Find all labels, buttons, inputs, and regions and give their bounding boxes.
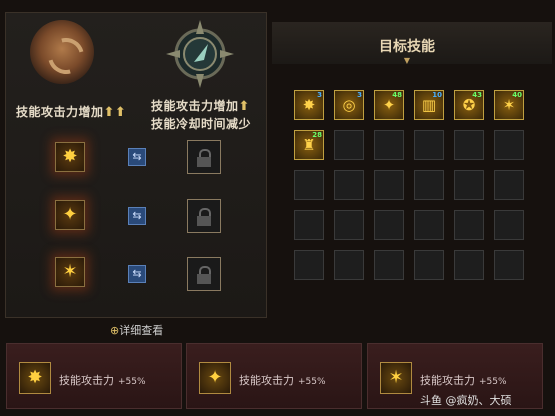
target-skill-slot[interactable]: ♜ 28: [294, 130, 324, 160]
effect-card-1-text: 技能攻击力 +55%: [59, 374, 146, 387]
emblem-b-label-line2: 技能冷却时间减少: [151, 117, 252, 131]
skill-level-badge: 10: [432, 91, 442, 99]
compass-emblem-icon: [166, 20, 234, 88]
swap-button-1[interactable]: ⇆: [128, 148, 146, 166]
skill-level-badge: 43: [472, 91, 482, 99]
empty-skill-slot[interactable]: [334, 210, 364, 240]
emblem-a-label: 技能攻击力增加⬆⬆: [16, 105, 127, 120]
target-skill-slot[interactable]: ✦ 48: [374, 90, 404, 120]
target-skill-slot[interactable]: ✸ 3: [294, 90, 324, 120]
empty-skill-slot[interactable]: [414, 210, 444, 240]
fist-burst-icon: ✸: [27, 367, 43, 388]
skill-level-badge: 28: [312, 131, 322, 139]
empty-skill-slot[interactable]: [334, 130, 364, 160]
empty-skill-slot[interactable]: [454, 170, 484, 200]
empty-skill-slot[interactable]: [334, 170, 364, 200]
locked-slot-3: [187, 257, 221, 291]
locked-slot-2: [187, 199, 221, 233]
empty-skill-slot[interactable]: [494, 130, 524, 160]
empty-skill-slot[interactable]: [494, 170, 524, 200]
effect-card-2-slot: ✦: [199, 362, 231, 394]
up-arrow-icon: ⬆: [114, 105, 127, 120]
effect-card-3-text: 技能攻击力 +55%: [420, 374, 507, 387]
empty-skill-slot[interactable]: [414, 130, 444, 160]
up-arrow-icon: ⬆: [238, 99, 250, 114]
flying-kick-icon: ✦: [62, 204, 78, 225]
locked-slot-1: [187, 140, 221, 174]
empty-skill-slot[interactable]: [494, 250, 524, 280]
empty-skill-slot[interactable]: [454, 130, 484, 160]
empty-skill-slot[interactable]: [294, 170, 324, 200]
target-skill-slot[interactable]: ✶ 40: [494, 90, 524, 120]
target-skills-header: 目标技能 ▼: [272, 22, 552, 65]
empty-skill-slot[interactable]: [494, 210, 524, 240]
skill-slot-2[interactable]: ✦: [55, 200, 85, 230]
slash-icon: ✶: [62, 261, 78, 282]
target-skill-slot[interactable]: ◎ 3: [334, 90, 364, 120]
skill-level-badge: 48: [392, 91, 402, 99]
watermark-text: 斗鱼 @疯奶、大硕: [420, 394, 512, 407]
up-arrow-icon: ⬆: [103, 105, 115, 120]
swap-button-3[interactable]: ⇆: [128, 265, 146, 283]
empty-skill-slot[interactable]: [454, 210, 484, 240]
skill-level-badge: 40: [512, 91, 522, 99]
flying-kick-icon: ✦: [207, 367, 223, 388]
slash-icon: ✶: [388, 367, 404, 388]
effect-card-1-slot: ✸: [19, 362, 51, 394]
title-ornament-icon: ▼: [403, 56, 411, 65]
skill-slot-1[interactable]: ✸: [55, 142, 85, 172]
effect-card-3-slot: ✶: [380, 362, 412, 394]
empty-skill-slot[interactable]: [374, 210, 404, 240]
effect-card-2-text: 技能攻击力 +55%: [239, 374, 326, 387]
target-skill-slot[interactable]: ▥ 10: [414, 90, 444, 120]
empty-skill-slot[interactable]: [414, 250, 444, 280]
skill-slot-3[interactable]: ✶: [55, 257, 85, 287]
target-skills-title: 目标技能: [379, 39, 435, 55]
effect-card-2: ✦ 技能攻击力 +55%: [186, 343, 362, 409]
empty-skill-slot[interactable]: [374, 250, 404, 280]
empty-skill-slot[interactable]: [414, 170, 444, 200]
fist-burst-icon: ✸: [62, 146, 78, 167]
effect-card-1: ✸ 技能攻击力 +55%: [6, 343, 182, 409]
swap-button-2[interactable]: ⇆: [128, 207, 146, 225]
skill-level-badge: 3: [317, 91, 322, 99]
empty-skill-slot[interactable]: [454, 250, 484, 280]
empty-skill-slot[interactable]: [334, 250, 364, 280]
magnifier-icon: ⊕: [110, 324, 120, 337]
empty-skill-slot[interactable]: [374, 170, 404, 200]
empty-skill-slot[interactable]: [294, 210, 324, 240]
target-skill-grid: ✸ 3 ◎ 3 ✦ 48 ▥ 10 ✪ 43 ✶ 40 ♜ 28: [294, 90, 534, 320]
target-skill-slot[interactable]: ✪ 43: [454, 90, 484, 120]
skill-level-badge: 3: [357, 91, 362, 99]
flame-emblem-icon: [30, 20, 94, 84]
empty-skill-slot[interactable]: [294, 250, 324, 280]
emblem-b-label-line1: 技能攻击力增加⬆: [151, 99, 250, 114]
empty-skill-slot[interactable]: [374, 130, 404, 160]
detail-link[interactable]: ⊕详细查看: [110, 322, 163, 338]
